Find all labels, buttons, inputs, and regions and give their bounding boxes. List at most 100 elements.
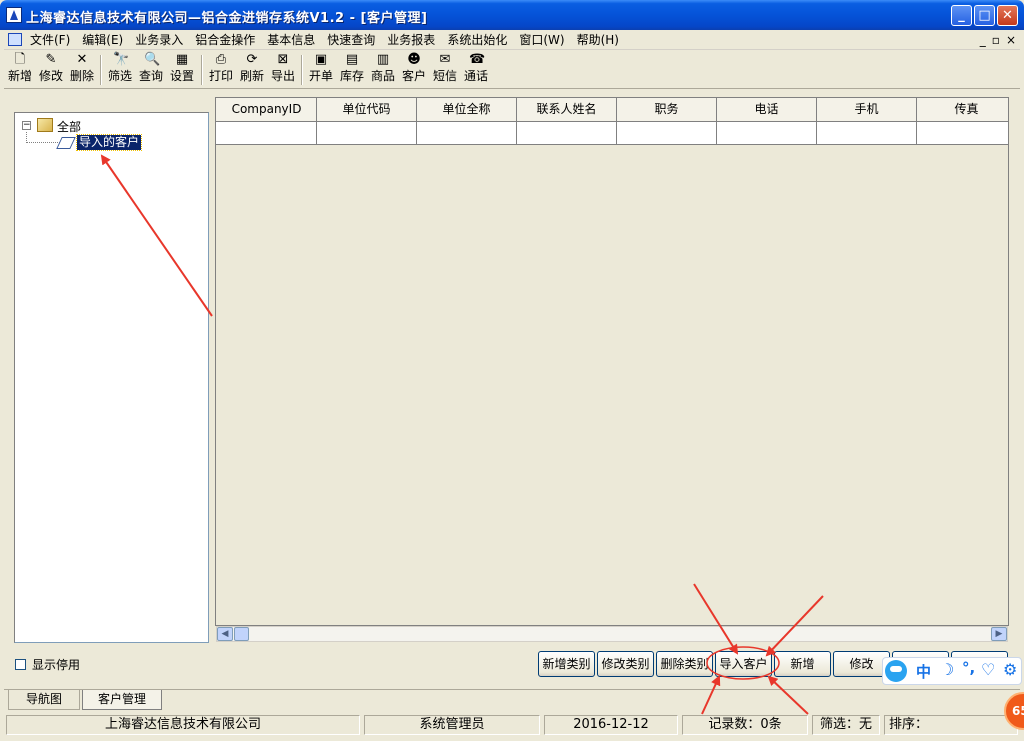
menu-basic-info[interactable]: 基本信息 [267,32,315,48]
sms-icon: ✉ [439,52,451,67]
toolbar: 🗋 新增 ✎ 修改 ✕ 删除 🔭 筛选 🔍 查询 ▦ 设置 ⎙ 打印 ⟳ 刷新 … [4,51,1020,89]
mdi-close-button[interactable]: × [1006,32,1016,48]
binoculars-icon: 🔭 [113,52,130,67]
app-logo-icon [6,7,22,23]
table-cell[interactable] [817,122,917,144]
toolbar-refresh-button[interactable]: ⟳ 刷新 [238,53,266,87]
status-sort: 排序： [884,715,1018,735]
phone-icon: ☎ [469,52,486,67]
mdi-tab-strip: 导航图 客户管理 [4,689,1020,711]
refresh-icon: ⟳ [246,52,258,67]
scroll-left-icon[interactable]: ◀ [217,627,233,641]
toolbar-sms-button[interactable]: ✉ 短信 [431,53,459,87]
gear-icon[interactable]: ⚙ [1003,660,1017,679]
skin-icon[interactable]: ♡ [981,660,995,679]
title-bar: 上海睿达信息技术有限公司—铝合金进销存系统V1.2 - [客户管理] _ □ ✕ [0,0,1024,30]
minimize-button[interactable]: _ [951,5,972,26]
inventory-icon: ▤ [345,52,359,67]
column-header[interactable]: 职务 [617,98,717,121]
order-icon: ▣ [314,52,328,67]
toolbar-filter-button[interactable]: 🔭 筛选 [106,53,134,87]
folder-open-icon [37,118,53,132]
column-header[interactable]: 传真 [917,98,1008,121]
menu-bar: 文件(F) 编辑(E) 业务录入 铝合金操作 基本信息 快速查询 业务报表 系统… [4,30,1020,50]
toolbar-print-button[interactable]: ⎙ 打印 [207,53,235,87]
toolbar-call-button[interactable]: ☎ 通话 [462,53,490,87]
toolbar-product-button[interactable]: ▥ 商品 [369,53,397,87]
menu-file[interactable]: 文件(F) [30,32,70,48]
column-header[interactable]: 单位代码 [317,98,417,121]
menu-quick-query[interactable]: 快速查询 [327,32,375,48]
column-header[interactable]: 联系人姓名 [517,98,617,121]
menu-business-entry[interactable]: 业务录入 [135,32,183,48]
tree-collapse-icon[interactable]: − [22,121,31,130]
column-header[interactable]: 手机 [817,98,917,121]
delete-icon: ✕ [76,52,88,67]
category-tree: − 全部 导入的客户 [14,112,209,643]
menu-help[interactable]: 帮助(H) [577,32,619,48]
toolbar-settings-button[interactable]: ▦ 设置 [168,53,196,87]
show-disabled-label: 显示停用 [32,658,81,672]
status-bar: 上海睿达信息技术有限公司 系统管理员 2016-12-12 记录数：0条 筛选：… [4,713,1020,737]
mdi-document-icon[interactable] [8,33,22,46]
tab-navigation-map[interactable]: 导航图 [8,690,80,710]
show-disabled-checkbox[interactable] [15,659,26,670]
table-cell[interactable] [617,122,717,144]
table-cell[interactable] [717,122,817,144]
toolbar-edit-button[interactable]: ✎ 修改 [37,53,65,87]
column-header[interactable]: 单位全称 [417,98,517,121]
table-cell[interactable] [217,122,317,144]
table-cell[interactable] [417,122,517,144]
menu-aluminum-ops[interactable]: 铝合金操作 [195,32,255,48]
add-customer-button[interactable]: 新增 [774,651,831,677]
mdi-restore-button[interactable]: ▫ [992,32,1000,48]
punctuation-icon[interactable]: °, [962,659,975,677]
tree-connector [26,132,60,143]
printer-icon: ⎙ [215,52,227,67]
close-window-button[interactable]: ✕ [997,5,1018,26]
toolbar-customer-button[interactable]: ☻ 客户 [400,53,428,87]
horizontal-scrollbar[interactable]: ◀ ▶ [216,626,1008,642]
column-header[interactable]: CompanyID [217,98,317,121]
edit-category-button[interactable]: 修改类别 [597,651,654,677]
moon-icon[interactable]: ☽ [940,660,954,679]
tab-customer-management[interactable]: 客户管理 [82,690,162,710]
menu-reports[interactable]: 业务报表 [387,32,435,48]
toolbar-delete-button[interactable]: ✕ 删除 [68,53,96,87]
scroll-right-icon[interactable]: ▶ [991,627,1007,641]
menu-system-init[interactable]: 系统出始化 [447,32,507,48]
import-customers-button[interactable]: 导入客户 [715,651,772,677]
tree-node-all[interactable]: 全部 [57,118,81,135]
scroll-thumb[interactable] [234,627,249,641]
status-company: 上海睿达信息技术有限公司 [6,715,360,735]
new-doc-icon: 🗋 [14,52,26,67]
status-record-count: 记录数：0条 [682,715,808,735]
table-cell[interactable] [317,122,417,144]
delete-category-button[interactable]: 删除类别 [656,651,713,677]
edit-icon: ✎ [45,52,57,67]
maximize-button[interactable]: □ [974,5,995,26]
ime-toolbar[interactable]: 中 ☽ °, ♡ ⚙ [882,657,1022,685]
toolbar-order-button[interactable]: ▣ 开单 [307,53,335,87]
table-cell[interactable] [917,122,1008,144]
tree-node-imported-customers[interactable]: 导入的客户 [75,134,143,151]
search-icon: 🔍 [144,52,161,67]
menu-window[interactable]: 窗口(W) [519,32,564,48]
toolbar-query-button[interactable]: 🔍 查询 [137,53,165,87]
table-cell[interactable] [517,122,617,144]
toolbar-new-button[interactable]: 🗋 新增 [6,53,34,87]
settings-grid-icon: ▦ [175,52,189,67]
customer-table: CompanyID 单位代码 单位全称 联系人姓名 职务 电话 手机 传真 [215,97,1009,626]
new-category-button[interactable]: 新增类别 [538,651,595,677]
column-header[interactable]: 电话 [717,98,817,121]
toolbar-export-button[interactable]: ⊠ 导出 [269,53,297,87]
menu-edit[interactable]: 编辑(E) [82,32,123,48]
mdi-minimize-button[interactable]: _ [980,32,986,48]
ime-mascot-icon [885,660,907,682]
product-icon: ▥ [376,52,390,67]
ime-language-toggle[interactable]: 中 [916,661,931,682]
toolbar-inventory-button[interactable]: ▤ 库存 [338,53,366,87]
status-date: 2016-12-12 [544,715,678,735]
window-title: 上海睿达信息技术有限公司—铝合金进销存系统V1.2 - [客户管理] [26,11,428,26]
table-row[interactable] [216,122,1008,145]
